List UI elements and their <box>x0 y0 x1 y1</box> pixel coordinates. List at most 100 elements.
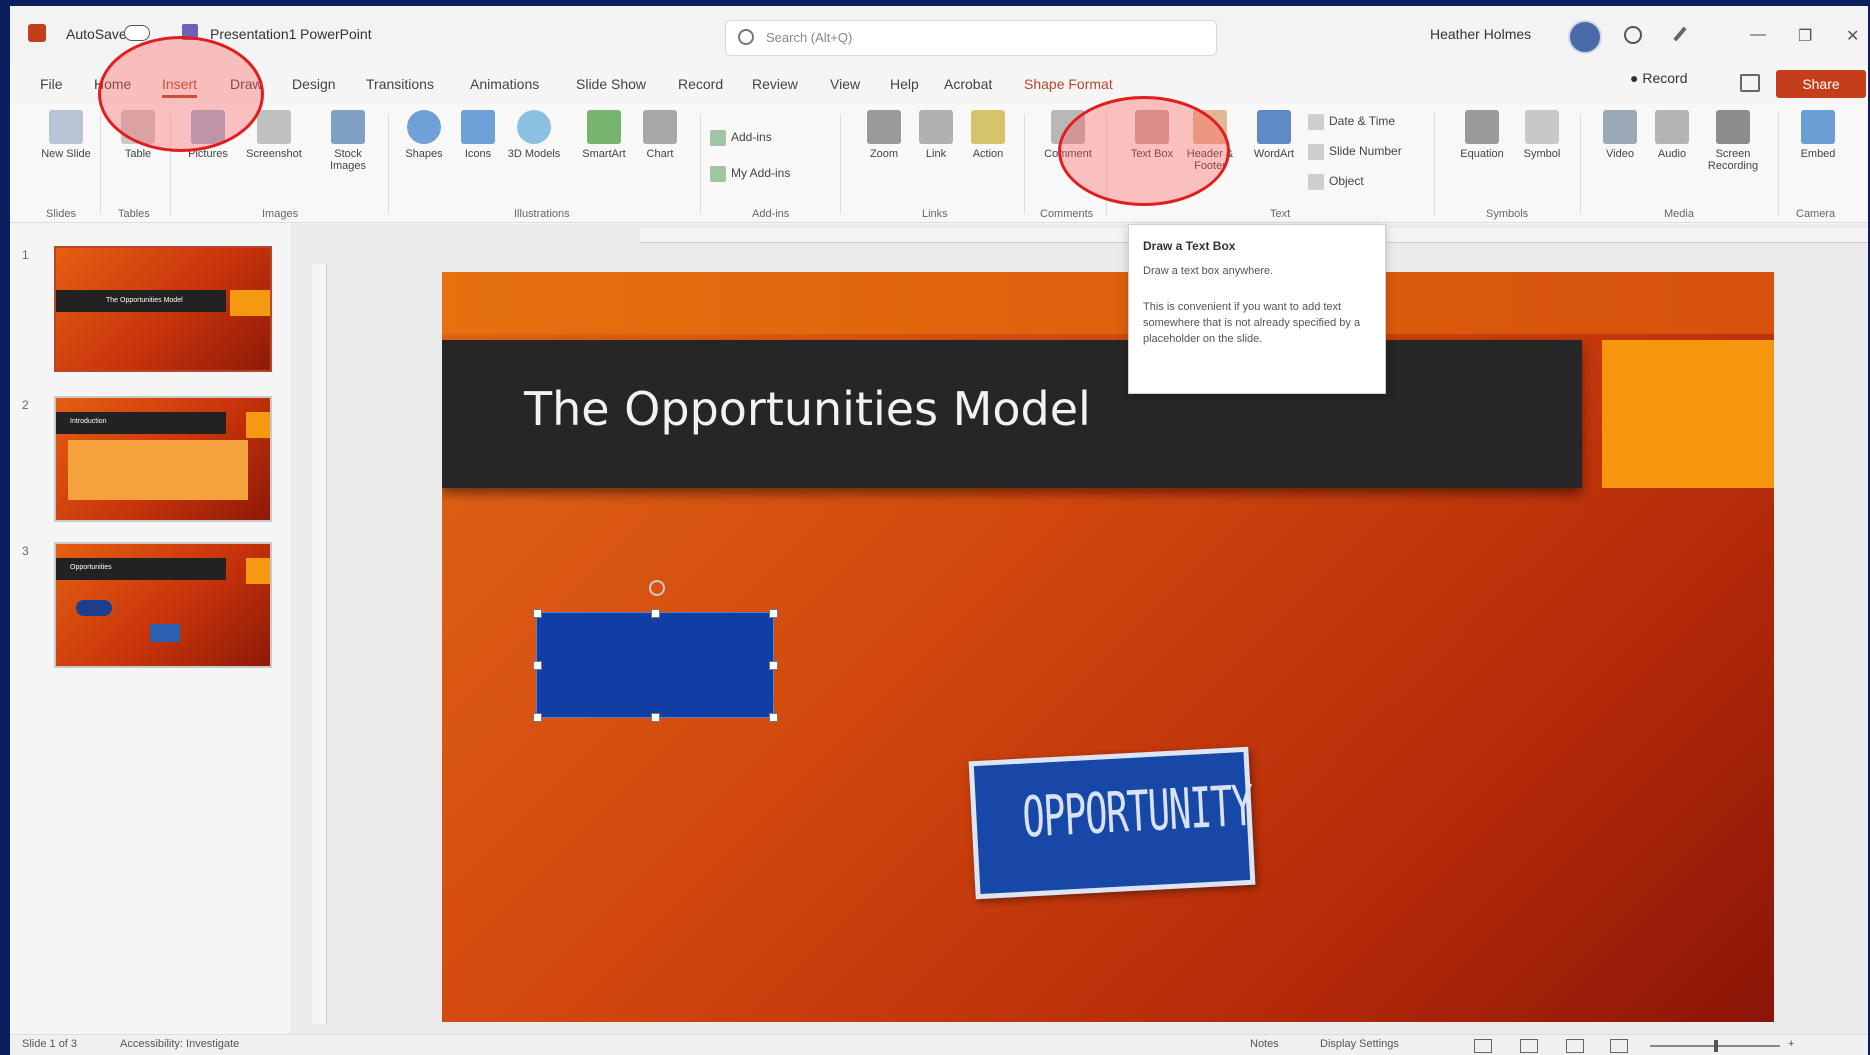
shapes-button[interactable]: Shapes <box>396 110 452 160</box>
zoom-in-button[interactable]: + <box>1788 1038 1794 1050</box>
vertical-ruler <box>312 264 327 1024</box>
close-button[interactable]: ✕ <box>1846 26 1859 46</box>
video-icon <box>1603 110 1637 144</box>
search-input[interactable]: Search (Alt+Q) <box>766 30 852 45</box>
opportunity-stamp-image[interactable]: OPPORTUNITY <box>968 746 1256 900</box>
my-add-ins-icon <box>710 166 726 182</box>
resize-handle[interactable] <box>533 609 542 618</box>
action-label: Action <box>972 148 1004 160</box>
search-box[interactable]: Search (Alt+Q) <box>725 20 1217 56</box>
zoom-label: Zoom <box>869 148 899 160</box>
object-button[interactable]: Object <box>1308 174 1364 190</box>
resize-handle[interactable] <box>769 713 778 722</box>
group-separator <box>1024 114 1025 214</box>
new-slide-label: New Slide <box>41 148 91 160</box>
table-label: Table <box>124 148 152 160</box>
record-button[interactable]: ● Record <box>1630 70 1687 86</box>
thumbnail-number: 1 <box>22 248 29 262</box>
embed-label: Embed <box>1800 148 1836 160</box>
group-label-text: Text <box>1270 208 1291 220</box>
group-label-links: Links <box>922 208 948 220</box>
screen-recording-button[interactable]: Screen Recording <box>1700 110 1766 172</box>
3d-models-button[interactable]: 3D Models <box>506 110 562 160</box>
normal-view-icon[interactable] <box>1474 1039 1492 1053</box>
pen-icon[interactable] <box>1673 26 1687 42</box>
add-ins-button[interactable]: Add-ins <box>710 130 772 146</box>
slide-canvas[interactable]: The Opportunities Model OPPORTUNITY <box>442 272 1774 1022</box>
avatar[interactable] <box>1568 20 1602 54</box>
tab-help[interactable]: Help <box>890 76 919 92</box>
equation-button[interactable]: Equation <box>1454 110 1510 160</box>
new-slide-button[interactable]: New Slide <box>38 110 94 160</box>
thumbnail-title: Introduction <box>70 418 107 425</box>
settings-icon[interactable] <box>1624 26 1642 44</box>
stamp-text: OPPORTUNITY <box>1020 773 1255 851</box>
resize-handle[interactable] <box>533 713 542 722</box>
resize-handle[interactable] <box>769 661 778 670</box>
resize-handle[interactable] <box>651 713 660 722</box>
zoom-slider-knob[interactable] <box>1714 1040 1718 1052</box>
slide-thumbnail-3[interactable]: Opportunities <box>54 542 272 668</box>
symbol-button[interactable]: Symbol <box>1514 110 1570 160</box>
selected-rectangle-shape[interactable] <box>536 612 774 718</box>
slide-thumbnail-1[interactable]: The Opportunities Model <box>54 246 272 372</box>
resize-handle[interactable] <box>533 661 542 670</box>
display-settings-button[interactable]: Display Settings <box>1320 1038 1399 1050</box>
document-name[interactable]: Presentation1 <box>210 26 296 42</box>
tab-view[interactable]: View <box>830 76 860 92</box>
slide-number-button[interactable]: Slide Number <box>1308 144 1402 160</box>
slideshow-icon[interactable] <box>1610 1039 1628 1053</box>
icons-icon <box>461 110 495 144</box>
tab-record[interactable]: Record <box>678 76 723 92</box>
tab-file[interactable]: File <box>40 76 63 92</box>
add-ins-label: Add-ins <box>731 130 772 145</box>
tab-slide-show[interactable]: Slide Show <box>576 76 646 92</box>
wordart-button[interactable]: WordArt <box>1246 110 1302 160</box>
smartart-button[interactable]: SmartArt <box>576 110 632 160</box>
resize-handle[interactable] <box>651 609 660 618</box>
slide-sorter-icon[interactable] <box>1520 1039 1538 1053</box>
action-button[interactable]: Action <box>960 110 1016 160</box>
group-label-add-ins: Add-ins <box>752 208 790 220</box>
comments-icon[interactable] <box>1740 74 1760 92</box>
screenshot-icon <box>257 110 291 144</box>
slide-title[interactable]: The Opportunities Model <box>524 382 1091 436</box>
icons-button[interactable]: Icons <box>450 110 506 160</box>
link-button[interactable]: Link <box>908 110 964 160</box>
date-time-button[interactable]: Date & Time <box>1308 114 1395 130</box>
restore-button[interactable]: ❐ <box>1798 26 1812 46</box>
embed-button[interactable]: Embed <box>1790 110 1846 160</box>
audio-label: Audio <box>1657 148 1687 160</box>
resize-handle[interactable] <box>769 609 778 618</box>
tab-animations[interactable]: Animations <box>470 76 539 92</box>
zoom-button[interactable]: Zoom <box>856 110 912 160</box>
3d-models-icon <box>517 110 551 144</box>
add-ins-icon <box>710 130 726 146</box>
tab-design[interactable]: Design <box>292 76 336 92</box>
tab-review[interactable]: Review <box>752 76 798 92</box>
accessibility-status[interactable]: Accessibility: Investigate <box>120 1038 239 1050</box>
notes-button[interactable]: Notes <box>1250 1038 1279 1050</box>
ribbon-tabs: File Home Insert Draw Design Transitions… <box>10 64 1868 102</box>
share-button[interactable]: Share <box>1776 70 1866 98</box>
audio-button[interactable]: Audio <box>1644 110 1700 160</box>
tab-acrobat[interactable]: Acrobat <box>944 76 992 92</box>
rotate-handle[interactable] <box>649 580 665 596</box>
chart-button[interactable]: Chart <box>632 110 688 160</box>
tab-transitions[interactable]: Transitions <box>366 76 434 92</box>
slide-top-band <box>442 272 1774 334</box>
minimize-button[interactable]: — <box>1750 26 1766 44</box>
reading-view-icon[interactable] <box>1566 1039 1584 1053</box>
new-slide-icon <box>49 110 83 144</box>
user-name[interactable]: Heather Holmes <box>1430 26 1531 42</box>
thumbnail-accent <box>246 412 270 438</box>
wordart-label: WordArt <box>1253 148 1295 160</box>
icons-label: Icons <box>464 148 492 160</box>
my-add-ins-button[interactable]: My Add-ins <box>710 166 790 182</box>
stock-images-button[interactable]: Stock Images <box>320 110 376 172</box>
slide-thumbnail-2[interactable]: Introduction <box>54 396 272 522</box>
shapes-icon <box>407 110 441 144</box>
video-button[interactable]: Video <box>1592 110 1648 160</box>
tab-shape-format[interactable]: Shape Format <box>1024 76 1113 92</box>
autosave-toggle[interactable] <box>124 25 150 41</box>
